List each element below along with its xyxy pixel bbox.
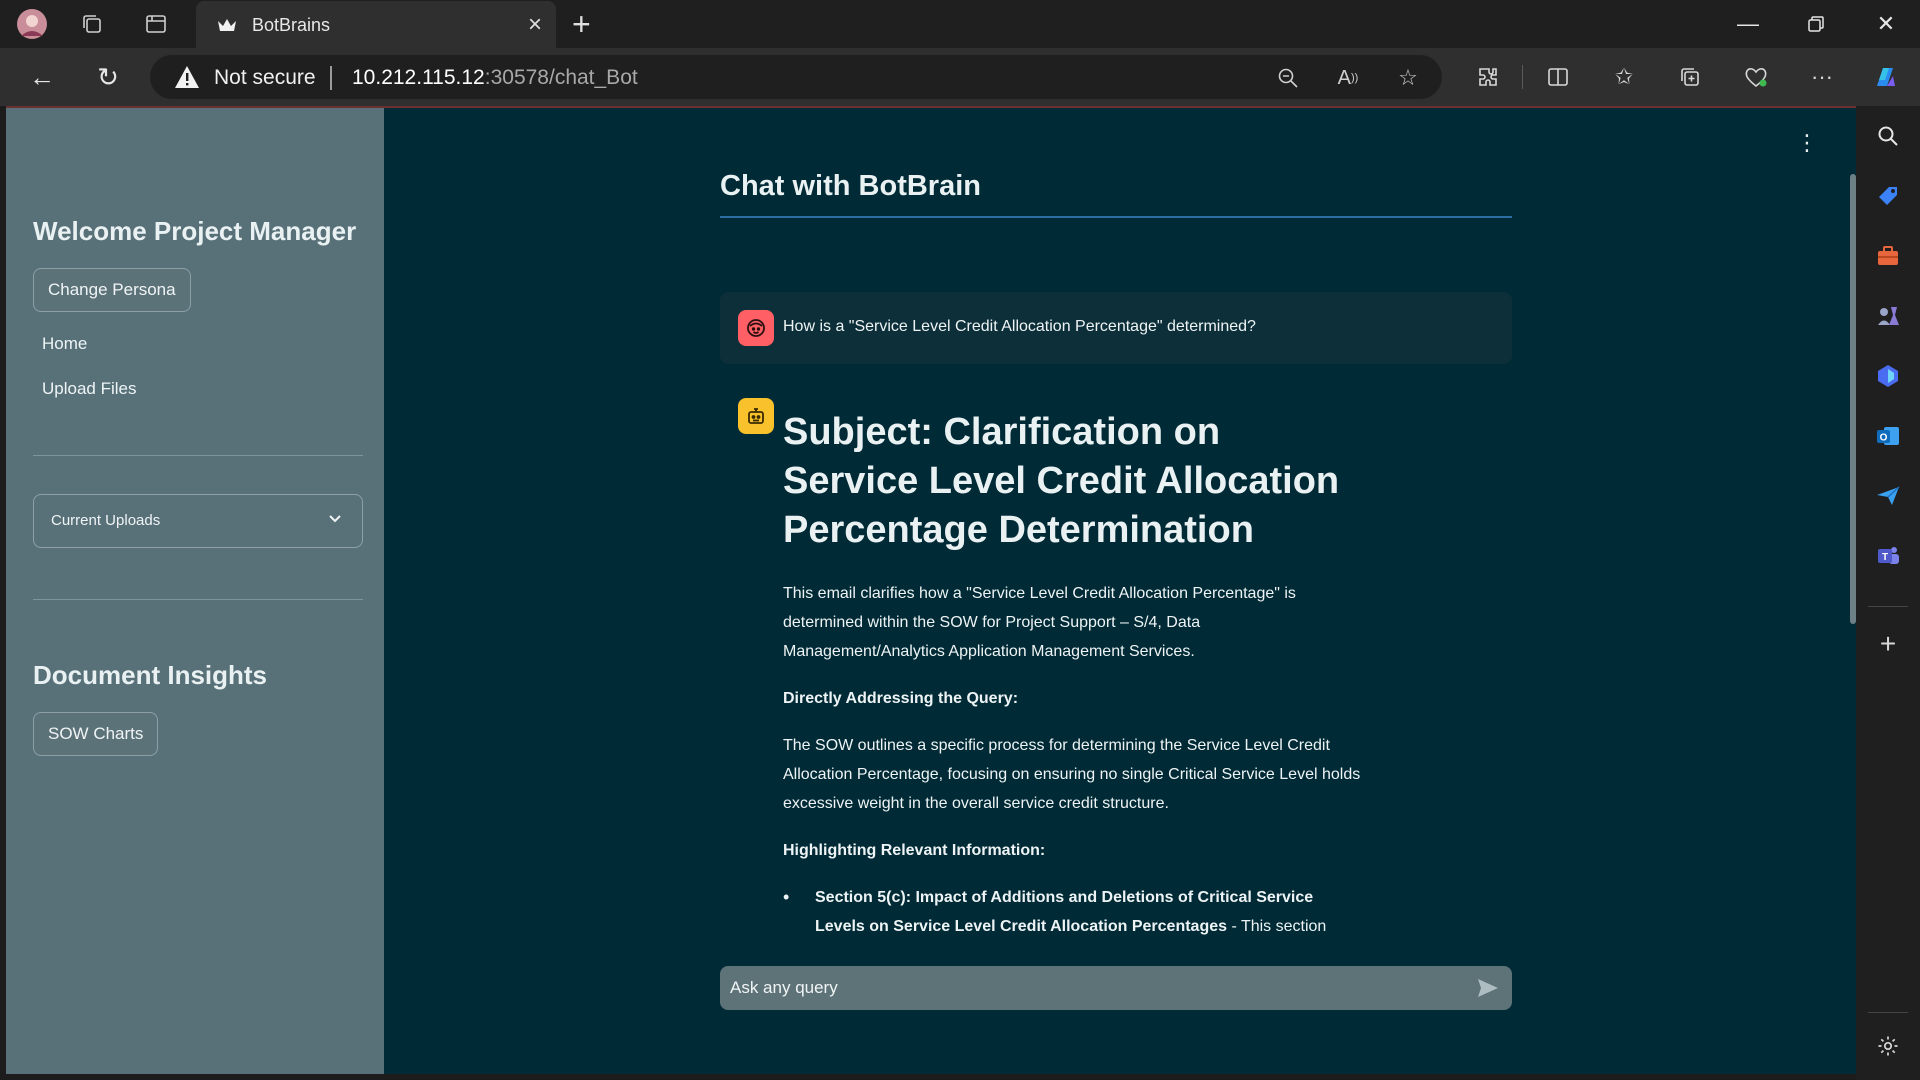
send-drop-icon[interactable] <box>1872 480 1904 512</box>
url-host: 10.212.115.12 <box>352 66 485 89</box>
tab-actions-icon[interactable] <box>140 8 172 40</box>
workspaces-icon[interactable] <box>76 8 108 40</box>
browser-tab-active[interactable]: BotBrains × <box>196 1 556 48</box>
assistant-message: Subject: Clarification on Service Level … <box>720 390 1512 956</box>
page-title: Chat with BotBrain <box>720 170 981 202</box>
url-text[interactable]: 10.212.115.12:30578/chat_Bot <box>352 66 638 90</box>
refresh-icon[interactable]: ↻ <box>90 59 126 95</box>
user-avatar-icon <box>738 310 774 346</box>
profile-avatar-icon[interactable] <box>16 8 48 40</box>
settings-gear-icon[interactable] <box>1872 1030 1904 1062</box>
sow-charts-button[interactable]: SOW Charts <box>33 712 159 756</box>
page-viewport: Welcome Project Manager Change Persona H… <box>6 106 1856 1074</box>
document-insights-heading: Document Insights <box>33 660 268 690</box>
response-query-text: The SOW outlines a specific process for … <box>783 737 1361 812</box>
app-menu-icon[interactable]: ⋮ <box>1796 130 1818 156</box>
split-screen-icon[interactable] <box>1542 61 1574 93</box>
main-content: ⋮ Chat with BotBrain How is a "Service L… <box>384 108 1856 1074</box>
edge-sidebar: O T + <box>1856 106 1920 1080</box>
current-uploads-label: Current Uploads <box>51 512 161 529</box>
chat-input-container <box>720 966 1512 1010</box>
teams-icon[interactable]: T <box>1872 540 1904 572</box>
tab-title: BotBrains <box>252 15 331 35</box>
sidebar-divider-bottom <box>1868 1012 1908 1013</box>
address-separator <box>330 66 332 90</box>
warning-icon <box>175 66 199 88</box>
chat-input[interactable] <box>720 966 1460 1010</box>
sidebar-divider <box>1868 606 1908 607</box>
back-icon[interactable]: ← <box>24 59 60 95</box>
minimize-icon[interactable]: — <box>1728 8 1768 40</box>
response-bullet-list: Section 5(c): Impact of Additions and De… <box>783 883 1363 941</box>
change-persona-button[interactable]: Change Persona <box>33 268 191 312</box>
user-message-text: How is a "Service Level Credit Allocatio… <box>783 318 1256 335</box>
sidebar-divider-2 <box>33 599 363 600</box>
close-window-icon[interactable]: ✕ <box>1866 8 1906 40</box>
shopping-tag-icon[interactable] <box>1872 180 1904 212</box>
zoom-out-icon[interactable] <box>1274 64 1302 92</box>
sidebar-divider-1 <box>33 455 363 456</box>
close-tab-icon[interactable]: × <box>528 11 542 39</box>
browser-tab-bar: BotBrains × + — ✕ <box>0 0 1920 48</box>
address-bar[interactable]: Not secure 10.212.115.12:30578/chat_Bot … <box>150 55 1442 99</box>
assistant-message-content: Subject: Clarification on Service Level … <box>783 408 1363 941</box>
outlook-icon[interactable]: O <box>1872 420 1904 452</box>
title-underline <box>720 216 1512 218</box>
new-tab-icon[interactable]: + <box>572 6 591 43</box>
bot-avatar-icon <box>738 398 774 434</box>
search-icon[interactable] <box>1872 120 1904 152</box>
tools-icon[interactable] <box>1872 240 1904 272</box>
botbrains-favicon-icon <box>218 19 236 31</box>
favorite-star-icon[interactable]: ☆ <box>1394 64 1422 92</box>
nav-link-upload-files[interactable]: Upload Files <box>42 379 137 399</box>
welcome-heading: Welcome Project Manager <box>33 216 357 246</box>
user-message: How is a "Service Level Credit Allocatio… <box>720 292 1512 364</box>
chevron-down-icon <box>328 511 342 527</box>
svg-text:T: T <box>1882 552 1888 563</box>
browser-essentials-icon[interactable] <box>1740 61 1772 93</box>
favorites-icon[interactable]: ✩ <box>1608 61 1640 93</box>
games-icon[interactable] <box>1872 300 1904 332</box>
svg-text:O: O <box>1880 433 1888 444</box>
current-uploads-expander[interactable]: Current Uploads <box>33 494 363 548</box>
extensions-icon[interactable] <box>1472 61 1504 93</box>
security-label[interactable]: Not secure <box>214 66 316 90</box>
send-icon[interactable] <box>1476 976 1500 1000</box>
response-highlight-heading: Highlighting Relevant Information: <box>783 842 1046 859</box>
app-sidebar: Welcome Project Manager Change Persona H… <box>6 108 384 1074</box>
url-path: :30578/chat_Bot <box>484 66 638 89</box>
copilot-sidebar-icon[interactable] <box>1872 360 1904 392</box>
list-item: Section 5(c): Impact of Additions and De… <box>783 883 1363 941</box>
response-heading: Subject: Clarification on Service Level … <box>783 411 1340 551</box>
browser-toolbar: ← ↻ Not secure 10.212.115.12:30578/chat_… <box>0 48 1920 106</box>
collections-icon[interactable] <box>1674 61 1706 93</box>
nav-link-home[interactable]: Home <box>42 334 87 354</box>
scrollbar[interactable] <box>1850 174 1856 624</box>
copilot-icon[interactable] <box>1870 61 1902 93</box>
restore-icon[interactable] <box>1796 8 1836 40</box>
toolbar-divider <box>1522 65 1523 89</box>
bullet-text: - This section <box>1227 918 1327 935</box>
more-options-icon[interactable]: ··· <box>1806 61 1838 93</box>
response-intro: This email clarifies how a "Service Leve… <box>783 585 1296 660</box>
add-sidebar-app-icon[interactable]: + <box>1872 628 1904 660</box>
response-query-heading: Directly Addressing the Query: <box>783 690 1019 707</box>
read-aloud-icon[interactable]: A)) <box>1334 64 1362 92</box>
